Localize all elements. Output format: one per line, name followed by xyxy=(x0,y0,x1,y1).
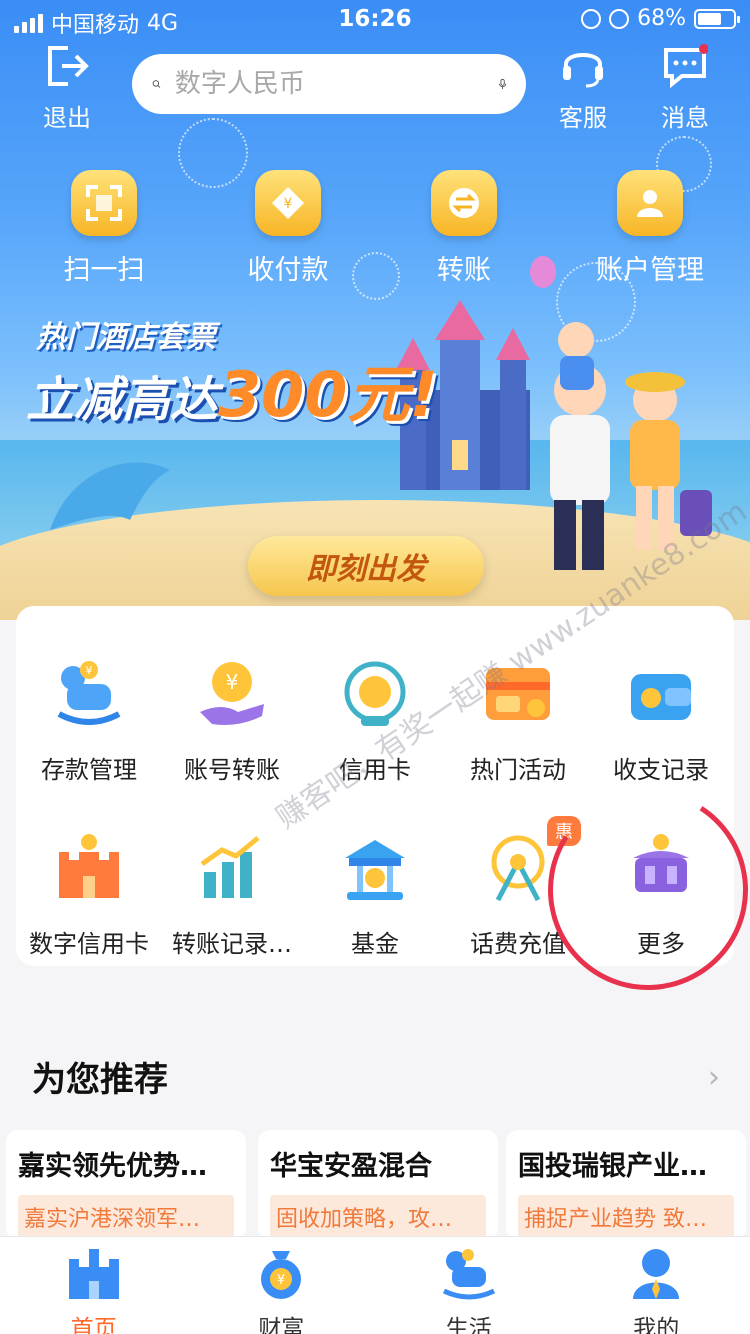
logout-button[interactable]: 退出 xyxy=(32,44,102,133)
quick-action-label: 账户管理 xyxy=(596,255,704,286)
service-label: 数字信用卡 xyxy=(29,930,149,958)
messages-button[interactable]: 消息 xyxy=(650,44,720,133)
tab-label: 首页 xyxy=(70,1316,117,1334)
transfer-icon xyxy=(431,170,497,236)
bar-chart-icon xyxy=(200,836,260,898)
quick-action-scan[interactable]: 扫一扫 xyxy=(34,170,174,287)
message-icon xyxy=(664,44,709,89)
bottom-tab-bar: 首页 ¥ 财富 生活 我的 xyxy=(0,1236,750,1334)
banner-cta-label: 即刻出发 xyxy=(306,552,426,587)
recommend-card-desc: 嘉实沪港深领军… xyxy=(18,1195,234,1239)
dolphin-illustration xyxy=(50,462,170,530)
quick-action-account[interactable]: 账户管理 xyxy=(570,170,730,287)
tab-label: 财富 xyxy=(258,1316,305,1334)
status-bar: 中国移动 4G 16:26 68% xyxy=(0,0,750,40)
service-label: 存款管理 xyxy=(41,756,137,784)
quick-action-label: 转账 xyxy=(437,255,491,286)
service-label: 基金 xyxy=(351,930,399,958)
tab-label: 生活 xyxy=(445,1316,492,1334)
tab-mine[interactable]: 我的 xyxy=(563,1237,750,1334)
rotation-lock-icon xyxy=(581,8,602,29)
ferris-wheel-icon xyxy=(491,835,545,902)
tab-wealth[interactable]: ¥ 财富 xyxy=(188,1237,376,1334)
svg-text:¥: ¥ xyxy=(277,1273,285,1288)
service-account-transfer[interactable]: ¥ 账号转账 xyxy=(159,654,305,785)
search-input[interactable] xyxy=(174,69,499,99)
messages-label: 消息 xyxy=(661,104,709,132)
tab-label: 我的 xyxy=(633,1316,680,1334)
search-bar[interactable] xyxy=(132,54,526,114)
svg-text:¥: ¥ xyxy=(284,196,293,212)
quick-action-transfer[interactable]: 转账 xyxy=(394,170,534,287)
home-castle-icon xyxy=(68,1249,119,1299)
account-icon xyxy=(617,170,683,236)
recommend-card-title: 华宝安盈混合 xyxy=(270,1151,432,1182)
quick-action-label: 扫一扫 xyxy=(63,255,145,286)
recommend-card[interactable]: 华宝安盈混合 固收加策略，攻… xyxy=(258,1130,498,1240)
castle-icon xyxy=(59,834,119,898)
tab-life[interactable]: 生活 xyxy=(375,1237,563,1334)
wallet-icon xyxy=(631,674,691,720)
search-icon xyxy=(152,80,161,88)
scan-icon xyxy=(71,170,137,236)
service-transfer-records[interactable]: 转账记录… xyxy=(159,828,305,959)
service-label: 热门活动 xyxy=(470,756,566,784)
alarm-icon xyxy=(609,8,630,29)
recommend-card[interactable]: 国投瑞银产业… 捕捉产业趋势 致… xyxy=(506,1130,746,1240)
microphone-icon[interactable] xyxy=(498,65,506,103)
service-label: 账号转账 xyxy=(184,756,280,784)
customer-service-button[interactable]: 客服 xyxy=(548,44,618,133)
battery-icon xyxy=(694,8,740,29)
recommend-title: 为您推荐 xyxy=(32,1060,168,1100)
logout-label: 退出 xyxy=(43,104,91,132)
profile-icon xyxy=(633,1249,680,1299)
service-digital-credit-card[interactable]: 数字信用卡 xyxy=(16,828,162,959)
recommend-card-title: 嘉实领先优势… xyxy=(18,1151,207,1182)
banner-cta-button[interactable]: 即刻出发 xyxy=(248,536,484,596)
service-label: 转账记录… xyxy=(172,930,292,958)
service-label: 收支记录 xyxy=(613,756,709,784)
banner-title-prefix: 立减高达 xyxy=(26,372,219,428)
rocking-horse-icon: ¥ xyxy=(57,661,121,725)
svg-text:¥: ¥ xyxy=(86,664,93,677)
recommend-card[interactable]: 嘉实领先优势… 嘉实沪港深领军… xyxy=(6,1130,246,1240)
banner-title[interactable]: 立减高达300元! xyxy=(26,344,438,434)
recommend-card-desc: 捕捉产业趋势 致… xyxy=(518,1195,734,1239)
recommend-card-title: 国投瑞银产业… xyxy=(518,1151,707,1182)
battery-percent: 68% xyxy=(637,6,686,31)
service-transactions[interactable]: 收支记录 xyxy=(588,654,734,785)
banner-title-highlight: 300元! xyxy=(218,358,438,431)
carousel-icon xyxy=(345,840,405,900)
recommend-card-desc: 固收加策略，攻… xyxy=(270,1195,486,1239)
quick-action-payment[interactable]: ¥ 收付款 xyxy=(218,170,358,287)
payment-icon: ¥ xyxy=(255,170,321,236)
svg-text:¥: ¥ xyxy=(226,670,239,694)
service-deposit[interactable]: ¥ 存款管理 xyxy=(16,654,162,785)
rocking-horse-icon xyxy=(442,1249,495,1300)
logout-icon xyxy=(48,46,89,86)
coin-hand-icon: ¥ xyxy=(200,662,264,725)
customer-service-label: 客服 xyxy=(559,104,607,132)
tab-home[interactable]: 首页 xyxy=(0,1237,188,1334)
service-fund[interactable]: 基金 xyxy=(302,828,448,959)
chevron-right-icon[interactable]: › xyxy=(708,1060,720,1095)
headset-icon xyxy=(563,53,603,88)
quick-action-label: 收付款 xyxy=(247,255,329,286)
firework-decoration xyxy=(352,252,400,300)
money-bag-icon: ¥ xyxy=(261,1251,302,1299)
